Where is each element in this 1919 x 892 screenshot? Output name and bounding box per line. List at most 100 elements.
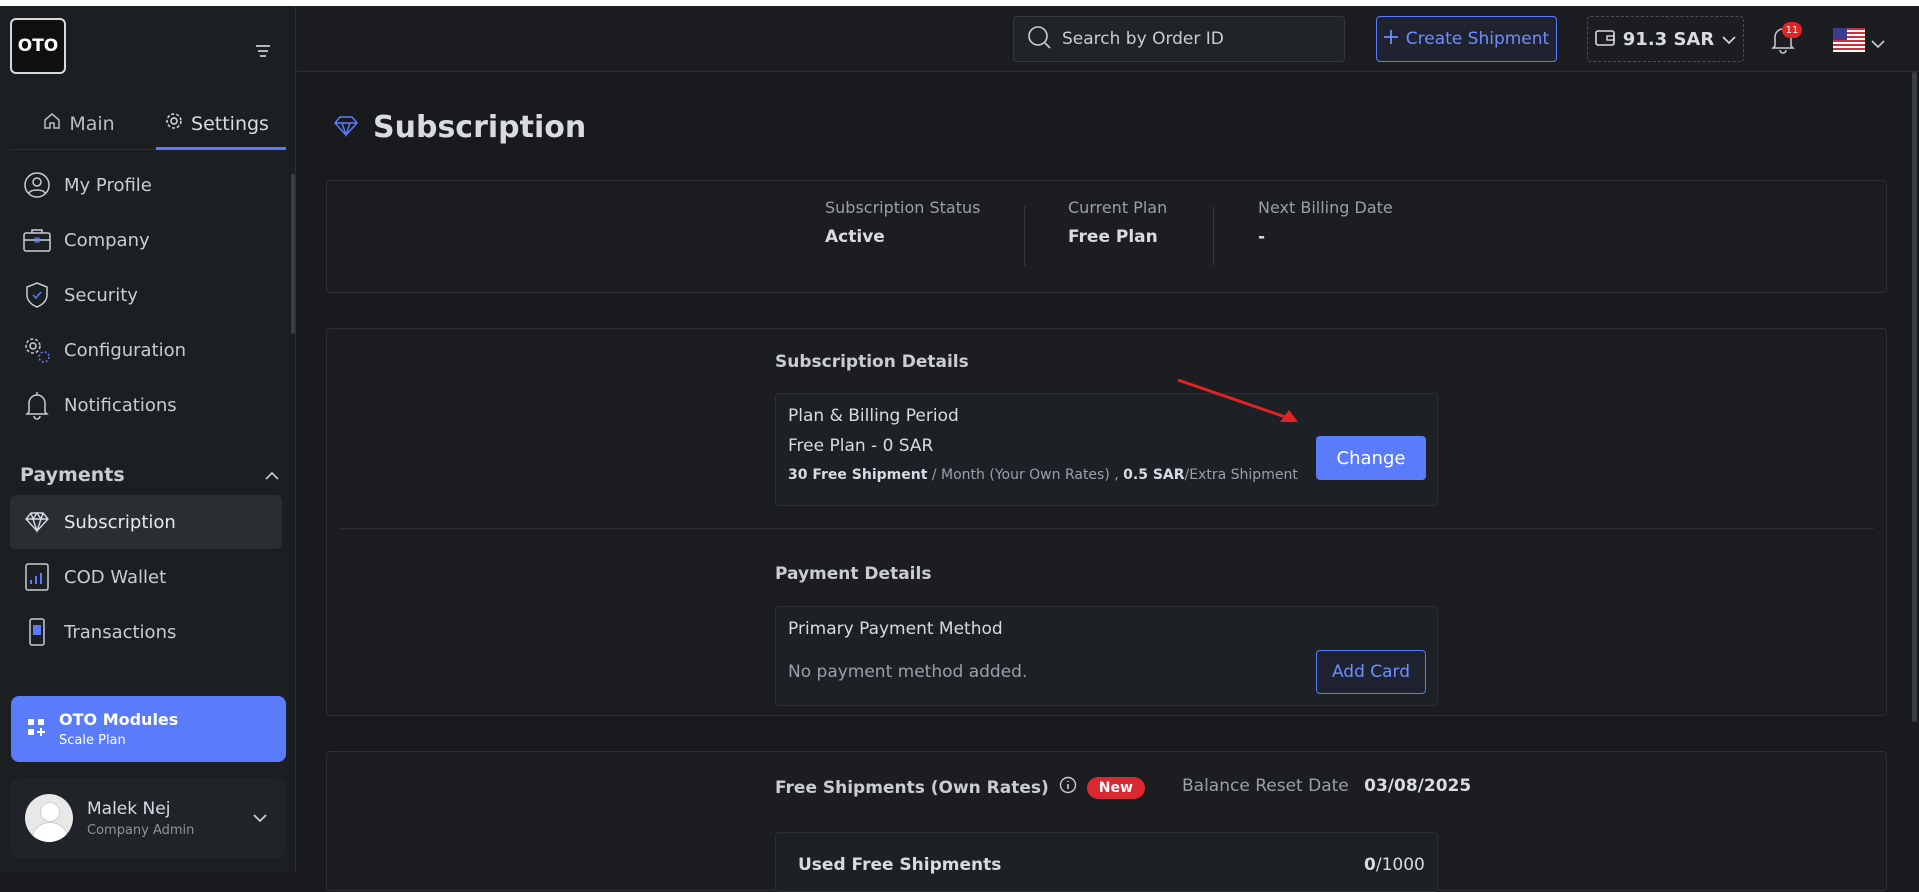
change-plan-button[interactable]: Change — [1316, 436, 1426, 480]
diamond-icon — [333, 110, 359, 145]
chevron-down-icon — [1722, 29, 1736, 50]
divider — [340, 528, 1874, 529]
payment-method-title: Primary Payment Method — [788, 619, 1003, 639]
shield-icon — [22, 280, 52, 310]
sidebar-item-transactions[interactable]: Transactions — [10, 605, 282, 659]
extra-shipment-terms: /Extra Shipment — [1184, 467, 1298, 483]
gear-icon — [165, 112, 183, 135]
sidebar: OTO Main Settings My Profile Company Sec… — [0, 6, 296, 872]
plan-billing-card: Plan & Billing Period Free Plan - 0 SAR … — [775, 393, 1438, 506]
used-free-shipments-label: Used Free Shipments — [798, 855, 1002, 875]
grid-plus-icon — [27, 718, 45, 740]
balance-reset-label: Balance Reset Date — [1182, 776, 1349, 796]
phone-card-icon — [22, 617, 52, 647]
stat-subscription-status: Subscription Status Active — [825, 198, 980, 247]
page-scrollbar[interactable] — [1912, 72, 1917, 722]
tab-settings[interactable]: Settings — [148, 98, 286, 150]
user-role: Company Admin — [87, 822, 195, 838]
red-arrow-annotation — [1177, 378, 1298, 422]
stat-value: Free Plan — [1068, 227, 1158, 247]
stat-label: Current Plan — [1068, 198, 1168, 217]
oto-modules-plan: Scale Plan — [59, 733, 126, 748]
sidebar-item-security[interactable]: Security — [10, 268, 282, 322]
add-card-button[interactable]: Add Card — [1316, 650, 1426, 694]
sidebar-item-label: Transactions — [64, 621, 177, 643]
sidebar-item-label: Company — [64, 229, 150, 251]
bell-icon — [22, 390, 52, 420]
sidebar-item-configuration[interactable]: Configuration — [10, 323, 282, 377]
oto-modules-text: OTO Modules Scale Plan — [59, 710, 178, 748]
oto-modules-title: OTO Modules — [59, 710, 179, 729]
plan-name: Free Plan - 0 SAR — [788, 436, 934, 456]
search-input[interactable]: Search by Order ID — [1013, 16, 1345, 62]
wallet-icon — [1594, 28, 1615, 51]
balance-reset-date: 03/08/2025 — [1364, 776, 1472, 796]
used-free-shipments-count: 0/1000 — [1364, 855, 1425, 875]
stat-next-billing-date: Next Billing Date - — [1258, 198, 1393, 247]
home-icon — [43, 112, 61, 135]
sidebar-item-label: Configuration — [64, 339, 187, 361]
no-payment-method-text: No payment method added. — [788, 662, 1028, 682]
sidebar-item-cod-wallet[interactable]: COD Wallet — [10, 550, 282, 604]
new-badge: New — [1086, 776, 1145, 799]
total-count: /1000 — [1375, 855, 1425, 875]
stat-value: Active — [825, 227, 885, 247]
free-shipments-title: Free Shipments (Own Rates) — [775, 777, 1049, 798]
page-title-text: Subscription — [373, 110, 587, 145]
sidebar-item-label: Subscription — [64, 511, 176, 533]
payment-method-card: Primary Payment Method No payment method… — [775, 606, 1438, 706]
chevron-down-icon — [252, 808, 268, 827]
sidebar-scrollbar[interactable] — [291, 174, 295, 334]
stat-label: Subscription Status — [825, 198, 981, 217]
sidebar-item-subscription[interactable]: Subscription — [10, 495, 282, 549]
used-count: 0 — [1364, 855, 1376, 875]
plan-billing-title: Plan & Billing Period — [788, 406, 959, 426]
sidebar-item-company[interactable]: Company — [10, 213, 282, 267]
oto-logo[interactable]: OTO — [10, 18, 66, 74]
avatar — [25, 794, 73, 842]
payments-section-title: Payments — [20, 464, 125, 486]
sidebar-item-label: COD Wallet — [64, 566, 167, 588]
divider — [1213, 206, 1214, 266]
sidebar-collapse-icon[interactable] — [254, 42, 272, 60]
free-shipment-count: 30 Free Shipment — [788, 467, 928, 483]
wallet-balance: 91.3 SAR — [1622, 28, 1715, 50]
us-flag-icon[interactable] — [1833, 28, 1865, 52]
stat-label: Next Billing Date — [1258, 198, 1393, 217]
sidebar-item-label: Security — [64, 284, 138, 306]
sidebar-item-my-profile[interactable]: My Profile — [10, 158, 282, 212]
search-icon — [1026, 24, 1052, 55]
free-shipments-heading: Free Shipments (Own Rates) New — [775, 776, 1145, 799]
plan-terms: 30 Free Shipment / Month (Your Own Rates… — [788, 467, 1298, 483]
balance-reset: Balance Reset Date 03/08/2025 — [1182, 776, 1471, 796]
free-shipment-terms: / Month (Your Own Rates) , — [927, 467, 1124, 483]
subscription-details-heading: Subscription Details — [775, 352, 969, 372]
sidebar-item-label: Notifications — [64, 394, 177, 416]
used-free-shipments-card: Used Free Shipments 0/1000 — [775, 832, 1438, 892]
wallet-chart-icon — [22, 562, 52, 592]
wallet-balance-dropdown[interactable]: 91.3 SAR — [1587, 16, 1744, 62]
user-menu[interactable]: Malek Nej Company Admin — [11, 778, 286, 858]
sidebar-item-label: My Profile — [64, 174, 152, 196]
info-icon[interactable] — [1059, 776, 1077, 799]
plus-icon — [1383, 29, 1398, 49]
diamond-icon — [22, 507, 52, 537]
create-shipment-button[interactable]: Create Shipment — [1376, 16, 1557, 62]
extra-shipment-price: 0.5 SAR — [1123, 467, 1185, 483]
tab-main[interactable]: Main — [10, 98, 148, 149]
user-info: Malek Nej Company Admin — [87, 799, 194, 838]
stat-value: - — [1258, 227, 1266, 247]
sidebar-item-notifications[interactable]: Notifications — [10, 378, 282, 432]
chevron-up-icon — [264, 464, 280, 486]
stat-current-plan: Current Plan Free Plan — [1068, 198, 1167, 247]
search-placeholder: Search by Order ID — [1062, 29, 1224, 49]
gears-icon — [22, 335, 52, 365]
divider — [1024, 206, 1025, 266]
user-name: Malek Nej — [87, 798, 171, 819]
payments-section-toggle[interactable]: Payments — [20, 464, 280, 486]
create-shipment-label: Create Shipment — [1405, 29, 1550, 49]
chevron-down-icon[interactable] — [1871, 34, 1885, 53]
payment-details-heading: Payment Details — [775, 564, 932, 584]
tab-settings-label: Settings — [191, 112, 269, 135]
oto-modules-card[interactable]: OTO Modules Scale Plan — [11, 696, 286, 762]
